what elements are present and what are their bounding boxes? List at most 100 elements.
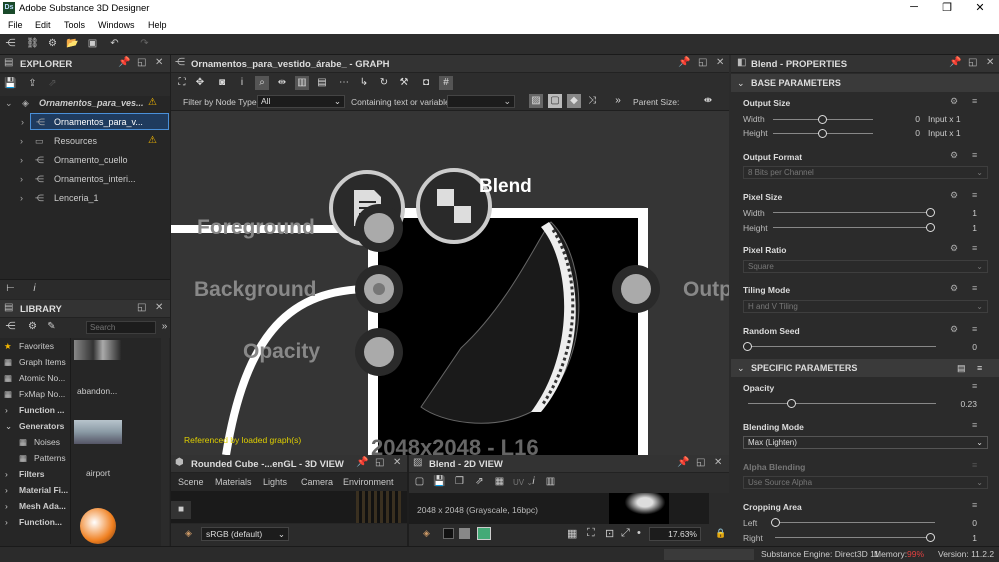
chevron-right-icon[interactable]: › bbox=[20, 193, 23, 203]
float-icon[interactable]: ◱ bbox=[375, 457, 384, 468]
chevron-right-icon[interactable]: › bbox=[5, 517, 8, 527]
function-icon[interactable]: ⚙ bbox=[950, 150, 958, 161]
search-icon[interactable]: ⌕ bbox=[255, 76, 269, 90]
pin-icon[interactable]: 📌 bbox=[949, 57, 961, 68]
close-panel-icon[interactable]: ✕ bbox=[716, 57, 724, 68]
table-icon[interactable]: ▤ bbox=[315, 76, 329, 90]
pin-icon[interactable]: 📌 bbox=[118, 57, 130, 68]
grid-icon[interactable]: # bbox=[439, 76, 453, 90]
dot-icon[interactable]: • bbox=[637, 527, 641, 539]
random-seed-slider[interactable] bbox=[748, 346, 936, 347]
fit-icon[interactable]: ⊡ bbox=[605, 527, 614, 540]
pixel-width-slider[interactable] bbox=[773, 212, 933, 213]
menu-windows[interactable]: Windows bbox=[98, 20, 135, 30]
new-graph-icon[interactable]: ⋲ bbox=[4, 38, 17, 50]
pencil-icon[interactable]: ✎ bbox=[45, 321, 58, 333]
crop-right-knob[interactable] bbox=[926, 533, 935, 542]
function-icon[interactable]: ⚙ bbox=[950, 324, 958, 335]
close-panel-icon[interactable]: ✕ bbox=[393, 457, 401, 468]
publish-icon[interactable]: ⇗ bbox=[46, 78, 59, 90]
chevron-right-icon[interactable]: › bbox=[5, 501, 8, 511]
layout-icon[interactable]: ▥ bbox=[295, 76, 309, 90]
opacity-knob[interactable] bbox=[786, 399, 796, 408]
menu-edit[interactable]: Edit bbox=[35, 20, 51, 30]
save-all-icon[interactable]: ▣ bbox=[86, 38, 99, 50]
checker-swatch[interactable] bbox=[459, 528, 470, 539]
opacity-slider[interactable] bbox=[748, 403, 936, 404]
blending-mode-select[interactable]: Max (Lighten) ⌄ bbox=[743, 436, 988, 449]
tree-item-graph[interactable]: › ⋲ Ornamento_cuello bbox=[0, 152, 170, 169]
save-icon[interactable]: 💾 bbox=[4, 78, 17, 90]
random-seed-knob[interactable] bbox=[743, 342, 752, 351]
crop-left-knob[interactable] bbox=[771, 518, 780, 527]
random-seed-value[interactable]: 0 bbox=[950, 342, 977, 352]
tree-icon[interactable]: ⊢ bbox=[4, 283, 17, 295]
layers-icon[interactable]: ◈ bbox=[185, 528, 192, 539]
lock-icon[interactable]: 🔒 bbox=[715, 528, 726, 539]
float-icon[interactable]: ◱ bbox=[698, 57, 707, 68]
tree-item-graph[interactable]: › ⋲ Lenceria_1 bbox=[0, 190, 170, 207]
pin-icon[interactable]: 📌 bbox=[677, 457, 689, 468]
tree-item-package[interactable]: ⌄ ◈ Ornamentos_para_ves... ⚠ bbox=[0, 95, 170, 112]
export-icon[interactable]: ⇪ bbox=[26, 78, 39, 90]
float-icon[interactable]: ◱ bbox=[968, 57, 977, 68]
info-icon[interactable]: i bbox=[235, 76, 249, 90]
view2d-scrollbar[interactable] bbox=[709, 493, 729, 524]
chevron-right-icon[interactable]: › bbox=[5, 485, 8, 495]
output-height-value[interactable]: 0 bbox=[890, 128, 920, 138]
menu-icon[interactable]: ≡ bbox=[972, 150, 977, 160]
chevron-right-icon[interactable]: › bbox=[5, 405, 8, 415]
base-parameters-section[interactable]: ⌄ BASE PARAMETERS bbox=[731, 74, 999, 92]
panel-drag-icon[interactable]: ▤ bbox=[4, 302, 13, 313]
info-icon[interactable]: i bbox=[28, 283, 41, 295]
float-icon[interactable]: ◱ bbox=[137, 57, 146, 68]
info-icon[interactable]: i bbox=[527, 476, 540, 488]
chevron-double-icon[interactable]: » bbox=[611, 94, 625, 108]
pixel-ratio-select[interactable]: Square ⌄ bbox=[743, 260, 988, 273]
pixel-width-knob[interactable] bbox=[926, 208, 935, 217]
lib-cat-mesh[interactable]: › Mesh Ada... bbox=[0, 499, 70, 515]
tiling-mode-select[interactable]: H and V Tiling ⌄ bbox=[743, 300, 988, 313]
image-icon[interactable]: ▨ bbox=[529, 94, 543, 108]
menu-file[interactable]: File bbox=[8, 20, 23, 30]
crop-left-value[interactable]: 0 bbox=[950, 518, 977, 528]
drop-icon[interactable]: ◆ bbox=[567, 94, 581, 108]
view3d-viewport[interactable] bbox=[171, 491, 407, 523]
black-swatch[interactable] bbox=[443, 528, 454, 539]
crop-right-slider[interactable] bbox=[775, 537, 935, 538]
opacity-port[interactable] bbox=[364, 337, 394, 367]
pin-icon[interactable]: 📌 bbox=[678, 57, 690, 68]
refresh-icon[interactable]: ↻ bbox=[377, 76, 391, 90]
lib-cat-graph-items[interactable]: ▦ Graph Items bbox=[0, 355, 70, 371]
undo-icon[interactable]: ↶ bbox=[108, 38, 121, 50]
histogram-icon[interactable]: ▥ bbox=[544, 476, 557, 488]
new-package-icon[interactable]: ⛓ bbox=[26, 38, 39, 50]
foreground-port[interactable] bbox=[364, 213, 394, 243]
colorspace-select[interactable]: sRGB (default) ⌄ bbox=[201, 527, 289, 541]
menu-icon[interactable]: ≡ bbox=[972, 460, 977, 470]
split-icon[interactable]: ⇼ bbox=[701, 94, 715, 108]
tab-camera[interactable]: Camera bbox=[301, 477, 333, 487]
close-panel-icon[interactable]: ✕ bbox=[714, 457, 722, 468]
menu-icon[interactable]: ≡ bbox=[977, 363, 982, 373]
function-icon[interactable]: ⚙ bbox=[950, 96, 958, 107]
minimize-button[interactable]: ─ bbox=[904, 1, 924, 13]
menu-icon[interactable]: ≡ bbox=[972, 190, 977, 200]
filter-icon[interactable]: ⚙ bbox=[26, 321, 39, 333]
chevron-right-icon[interactable]: › bbox=[21, 117, 24, 127]
save-image-icon[interactable]: 💾 bbox=[433, 476, 446, 488]
page-icon[interactable]: ▤ bbox=[957, 363, 966, 374]
thumb-abandoned[interactable] bbox=[74, 340, 122, 360]
float-icon[interactable]: ◱ bbox=[137, 302, 146, 313]
function-icon[interactable]: ⚙ bbox=[950, 243, 958, 254]
lib-cat-atomic[interactable]: ▦ Atomic No... bbox=[0, 371, 70, 387]
menu-tools[interactable]: Tools bbox=[64, 20, 85, 30]
substance-icon[interactable]: ⚙ bbox=[46, 38, 59, 50]
connect-icon[interactable]: ↳ bbox=[357, 76, 371, 90]
video-camera-icon[interactable]: ■ bbox=[171, 501, 191, 519]
preview-icon[interactable]: ◘ bbox=[419, 76, 433, 90]
function-icon[interactable]: ⚙ bbox=[950, 283, 958, 294]
zoom-fit-icon[interactable]: ⤢ bbox=[621, 527, 630, 540]
pixel-height-value[interactable]: 1 bbox=[950, 223, 977, 233]
grid-icon[interactable]: ▦ bbox=[567, 527, 577, 540]
